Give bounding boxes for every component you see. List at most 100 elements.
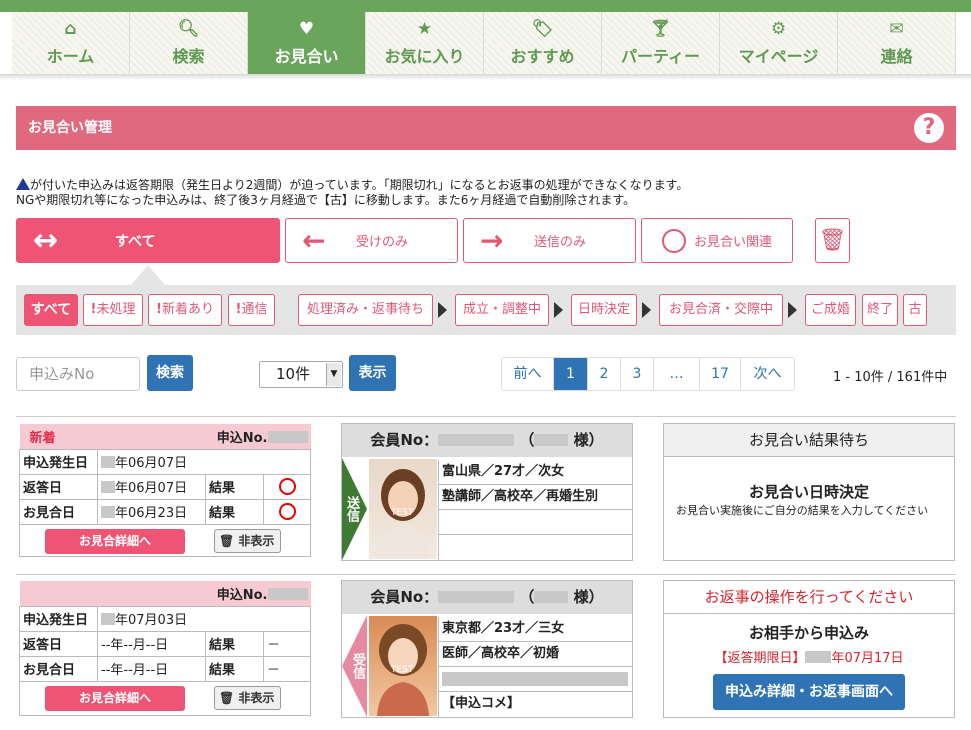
row-label: お見合日: [19, 655, 98, 682]
member-photo[interactable]: TEST: [369, 459, 437, 559]
filter-sent-button[interactable]: → 送信のみ: [463, 218, 636, 263]
redacted: [101, 481, 115, 493]
search-button[interactable]: 検索: [147, 355, 193, 391]
record-info-table: 新着 申込No. 申込発生日 年06月07日 返答日 年06月07日 結果 お見合日 年0…: [19, 424, 311, 525]
filter-all-button[interactable]: ↔ すべて: [16, 218, 280, 263]
search-icon: 🔍︎: [177, 19, 200, 39]
pager-page-3[interactable]: 3: [621, 358, 654, 390]
status-notice[interactable]: !通信: [228, 294, 275, 326]
row-value: 年07月03日: [97, 605, 311, 632]
status-date-set[interactable]: 日時決定: [571, 294, 637, 326]
member-card: 会員No： （ 様） 送信 TEST 富山県／27才／次女 塾講師／高校卒／再婚…: [341, 423, 633, 561]
member-no: 会員No： （ 様）: [342, 581, 632, 614]
nav-mypage[interactable]: ⚙ マイページ: [720, 12, 838, 74]
direction-flag: 受信: [342, 615, 367, 717]
application-no-label: 申込No.: [216, 587, 268, 603]
trash-button[interactable]: 🗑︎: [815, 218, 850, 263]
row-label: 申込発生日: [19, 605, 98, 632]
redacted: [534, 434, 569, 446]
status-unprocessed[interactable]: !未処理: [83, 294, 143, 326]
hide-button[interactable]: 🗑︎ 非表示: [214, 686, 281, 710]
per-page-value: 10件: [276, 365, 311, 383]
status-processed[interactable]: 処理済み・返事待ち: [298, 294, 433, 326]
chevron-right-icon: [642, 302, 651, 318]
main-nav: ⌂ ホーム 🔍︎ 検索 ♥ お見合い ★ お気に入り 🏷︎ おすすめ 🍸︎ パーティー ⚙ マ…: [12, 12, 971, 74]
hide-label: 非表示: [238, 691, 275, 705]
nav-omiai[interactable]: ♥ お見合い: [248, 12, 366, 74]
search-input[interactable]: 申込みNo: [16, 357, 140, 391]
member-no: 会員No： （ 様）: [342, 424, 632, 457]
status-filter-bar: すべて !未処理 !新着あり !通信 処理済み・返事待ち 成立・調整中 日時決定…: [16, 285, 956, 335]
filter-label: 受けのみ: [356, 235, 409, 250]
person-silhouette: TEST: [377, 469, 429, 559]
row-value: 年06月23日: [97, 498, 206, 525]
date-value: 年07月03日: [115, 613, 188, 628]
nav-shadow: [0, 74, 971, 80]
arrow-left-icon: ←: [302, 224, 326, 257]
status-dating[interactable]: お見合済・交際中: [659, 294, 783, 326]
filter-related-button[interactable]: お見合い関連: [641, 218, 793, 263]
redacted: [101, 456, 115, 468]
cocktail-icon: 🍸︎: [649, 19, 672, 39]
member-no-label: 会員No：: [370, 588, 439, 606]
envelope-icon: ✉: [889, 19, 904, 39]
row-value: 年06月07日: [97, 448, 311, 475]
nav-search[interactable]: 🔍︎ 検索: [130, 12, 248, 74]
heart-icon: ♥: [298, 19, 315, 39]
result-heading: お見合い日時決定: [748, 483, 869, 501]
omiai-detail-button[interactable]: お見合詳細へ: [45, 529, 185, 554]
display-button[interactable]: 表示: [349, 355, 396, 391]
nav-label: マイページ: [738, 47, 819, 66]
status-adjusting[interactable]: 成立・調整中: [455, 294, 549, 326]
nav-party[interactable]: 🍸︎ パーティー: [602, 12, 720, 74]
reply-screen-button[interactable]: 申込み詳細・お返事画面へ: [713, 674, 905, 710]
status-all[interactable]: すべて: [24, 294, 78, 326]
redacted: [534, 591, 569, 603]
exchange-arrows-icon: ↔: [33, 223, 59, 258]
redacted: [438, 434, 515, 446]
pager-prev[interactable]: 前へ: [502, 358, 554, 390]
filter-received-button[interactable]: ← 受けのみ: [285, 218, 458, 263]
hide-button[interactable]: 🗑︎ 非表示: [214, 529, 281, 553]
application-no: 申込No.: [205, 424, 311, 450]
redacted: [267, 587, 308, 600]
trash-icon: 🗑︎: [219, 691, 235, 705]
circle-icon: [278, 477, 296, 495]
help-icon[interactable]: ?: [914, 113, 944, 143]
pager-next[interactable]: 次へ: [741, 358, 794, 390]
pager-page-1[interactable]: 1: [554, 358, 588, 390]
filter-label: 送信のみ: [534, 235, 587, 250]
nav-recommend[interactable]: 🏷︎ おすすめ: [484, 12, 602, 74]
nav-label: 連絡: [880, 47, 913, 66]
redacted: [101, 613, 115, 625]
result-value: －: [263, 630, 311, 657]
status-old[interactable]: 古: [903, 294, 927, 326]
date-value: 年06月07日: [115, 481, 188, 496]
member-detail: [438, 535, 633, 560]
nav-home[interactable]: ⌂ ホーム: [12, 12, 130, 74]
per-page-select[interactable]: 10件 ▼: [259, 361, 343, 388]
nav-contact[interactable]: ✉ 連絡: [838, 12, 956, 74]
status-married[interactable]: ご成婚: [805, 294, 856, 326]
redacted: [805, 651, 832, 663]
row-label: お見合日: [19, 498, 98, 525]
status-ended[interactable]: 終了: [862, 294, 898, 326]
omiai-detail-button[interactable]: お見合詳細へ: [45, 686, 185, 711]
photo-watermark: TEST: [390, 508, 414, 518]
pager-page-17[interactable]: 17: [700, 358, 741, 390]
pager-page-2[interactable]: 2: [588, 358, 621, 390]
chevron-down-icon: ▼: [326, 363, 341, 386]
row-value: --年--月--日: [97, 655, 206, 682]
star-icon: ★: [416, 19, 433, 39]
nav-label: ホーム: [46, 47, 95, 66]
member-card: 会員No： （ 様） 受信 TEST 東京都／23才／三女 医師／高校卒／初婚 …: [341, 580, 633, 718]
member-detail: 【申込コメ】: [438, 692, 633, 717]
deadline-label: 【返答期限日】: [714, 651, 806, 666]
direction-flag: 送信: [342, 458, 367, 560]
status-new-arrival[interactable]: !新着あり: [148, 294, 222, 326]
redacted: [438, 591, 515, 603]
member-photo[interactable]: TEST: [369, 616, 437, 716]
status-label: 未処理: [96, 302, 136, 317]
nav-favorites[interactable]: ★ お気に入り: [366, 12, 484, 74]
application-no-label: 申込No.: [216, 430, 268, 446]
